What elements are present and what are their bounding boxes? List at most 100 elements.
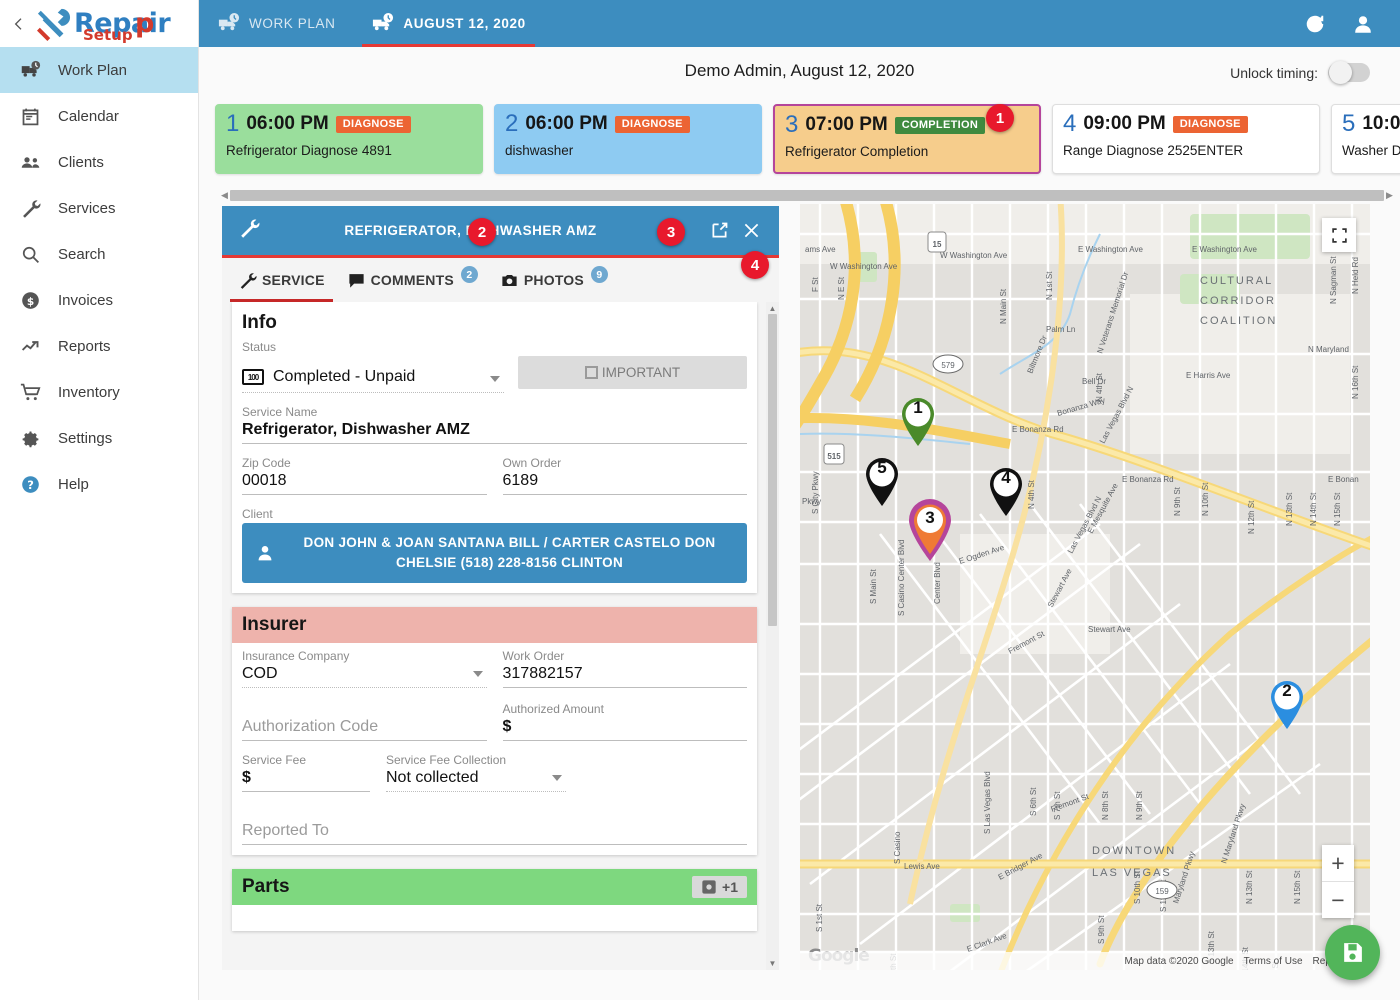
comment-icon <box>348 273 364 288</box>
fee-collection-select[interactable]: Not collected <box>386 769 566 792</box>
map-pin-4[interactable]: 4 <box>986 465 1026 517</box>
map-pin-number: 4 <box>1001 468 1011 487</box>
svg-text:W Washington Ave: W Washington Ave <box>940 251 1008 260</box>
important-checkbox[interactable] <box>584 366 598 379</box>
tab-label: COMMENTS <box>370 272 454 288</box>
insurance-company-select[interactable]: COD <box>242 665 487 688</box>
sidebar-item-label: Help <box>58 475 89 493</box>
map-pin-3[interactable]: 3 <box>904 496 956 562</box>
own-order-label: Own Order <box>502 456 562 470</box>
job-card[interactable]: 1 06:00 PM DIAGNOSE Refrigerator Diagnose … <box>215 104 483 174</box>
map-zoom-out-button[interactable]: − <box>1322 882 1354 918</box>
map-pin-number: 3 <box>925 508 935 527</box>
top-navigation-bar: WORK PLAN AUGUST 12, 2020 <box>199 0 1400 47</box>
svg-text:N 4th St: N 4th St <box>1027 479 1036 509</box>
close-icon[interactable] <box>735 220 767 241</box>
svg-text:S Casino: S Casino <box>893 831 902 864</box>
svg-text:COALITION: COALITION <box>1200 315 1277 327</box>
map-fullscreen-button[interactable] <box>1322 218 1356 252</box>
help-circle-icon: ? <box>18 472 42 496</box>
authorized-amount-field[interactable]: $ <box>502 718 747 741</box>
work-order-field[interactable]: 317882157 <box>502 665 747 688</box>
sidebar-item-help[interactable]: ? Help <box>0 461 198 507</box>
reported-to-field[interactable]: Reported To <box>242 822 747 845</box>
zip-code-value: 00018 <box>242 472 287 489</box>
tab-photos[interactable]: PHOTOS 9 <box>490 258 618 302</box>
sidebar: Repair p Setup Work Plan Calendar Clients… <box>0 0 199 1000</box>
client-button[interactable]: DON JOHN & JOAN SANTANA BILL / CARTER CA… <box>242 523 747 583</box>
map-pin-1[interactable]: 1 <box>898 395 938 447</box>
service-name-field[interactable]: Refrigerator, Dishwasher AMZ <box>242 421 747 444</box>
save-button[interactable] <box>1325 925 1380 980</box>
scroll-right-arrow[interactable]: ▶ <box>1384 190 1395 201</box>
person-icon[interactable] <box>1352 13 1374 35</box>
svg-text:N 10th St: N 10th St <box>1201 482 1210 516</box>
add-part-button[interactable]: +1 <box>692 876 747 898</box>
job-card[interactable]: 4 09:00 PM DIAGNOSE Range Diagnose 2525ENT… <box>1052 104 1320 174</box>
own-order-field[interactable]: 6189 <box>502 472 747 495</box>
svg-text:N 15th St: N 15th St <box>1293 870 1302 904</box>
scroll-left-arrow[interactable]: ◀ <box>219 190 230 201</box>
map-view[interactable]: ams Ave W Washington Ave W Washington Av… <box>800 204 1370 970</box>
tab-work-plan[interactable]: WORK PLAN <box>199 0 353 47</box>
fee-collection-value: Not collected <box>386 769 479 786</box>
tab-august-12-2020[interactable]: AUGUST 12, 2020 <box>353 0 543 47</box>
sidebar-collapse-button[interactable] <box>8 13 30 35</box>
svg-text:N 16th St: N 16th St <box>1351 365 1360 399</box>
panel-vertical-scrollbar[interactable]: ▲ ▼ <box>766 302 779 970</box>
scroll-down-arrow[interactable]: ▼ <box>766 957 779 970</box>
dollar-circle-icon: $ <box>18 288 42 312</box>
svg-text:N Main St: N Main St <box>999 288 1008 324</box>
sidebar-item-reports[interactable]: Reports <box>0 323 198 369</box>
gear-square-icon <box>702 880 716 894</box>
service-fee-value: $ <box>242 769 251 786</box>
map-zoom-in-button[interactable]: + <box>1322 845 1354 881</box>
sidebar-item-label: Reports <box>58 337 111 355</box>
map-pin-2[interactable]: 2 <box>1267 678 1307 730</box>
tab-label: PHOTOS <box>523 272 584 288</box>
map-terms-link[interactable]: Terms of Use <box>1244 956 1303 967</box>
sidebar-item-inventory[interactable]: Inventory <box>0 369 198 415</box>
sidebar-item-services[interactable]: Services <box>0 185 198 231</box>
service-fee-field[interactable]: $ <box>242 769 370 792</box>
sidebar-item-search[interactable]: Search <box>0 231 198 277</box>
open-in-new-icon[interactable] <box>703 220 735 241</box>
sidebar-item-clients[interactable]: Clients <box>0 139 198 185</box>
tab-service[interactable]: SERVICE <box>228 258 335 302</box>
authorization-code-field[interactable]: Authorization Code <box>242 718 487 741</box>
svg-text:Palm Ln: Palm Ln <box>1046 325 1075 334</box>
panel-body: Info Status 100 Completed - Unpaid IMPOR… <box>222 302 779 970</box>
job-card-description: Range Diagnose 2525ENTER <box>1063 143 1244 158</box>
sidebar-item-invoices[interactable]: $ Invoices <box>0 277 198 323</box>
important-button[interactable]: IMPORTANT <box>518 356 747 389</box>
service-fee-label: Service Fee <box>242 753 307 767</box>
service-name-label: Service Name <box>242 405 318 419</box>
job-card[interactable]: 5 10:00 Washer Diagn <box>1331 104 1400 174</box>
cards-horizontal-scrollbar[interactable]: ◀ ▶ <box>219 188 1395 202</box>
scroll-thumb[interactable] <box>768 314 777 626</box>
sidebar-item-calendar[interactable]: Calendar <box>0 93 198 139</box>
svg-text:N 1st St: N 1st St <box>1045 271 1054 300</box>
refresh-icon[interactable] <box>1304 13 1326 35</box>
svg-text:Stewart Ave: Stewart Ave <box>1088 625 1131 634</box>
svg-text:N Maryland: N Maryland <box>1308 345 1349 354</box>
unlock-timing-toggle[interactable] <box>1328 61 1370 84</box>
map-zoom-controls: + − <box>1322 845 1354 918</box>
svg-text:$: $ <box>26 295 33 307</box>
sidebar-item-work-plan[interactable]: Work Plan <box>0 47 198 93</box>
status-select[interactable]: 100 Completed - Unpaid <box>242 368 504 393</box>
svg-text:?: ? <box>27 477 34 491</box>
scroll-track[interactable] <box>230 189 1384 201</box>
map-pin-5[interactable]: 5 <box>862 455 902 507</box>
tab-comments[interactable]: COMMENTS 2 <box>337 258 488 302</box>
svg-text:Pkwy: Pkwy <box>802 497 821 506</box>
job-card[interactable]: 2 06:00 PM DIAGNOSE dishwasher <box>494 104 762 174</box>
svg-text:S City Pkwy: S City Pkwy <box>811 471 820 514</box>
svg-text:N 8th St: N 8th St <box>1101 790 1110 820</box>
job-card-description: Refrigerator Completion <box>785 144 929 159</box>
work-order-value: 317882157 <box>502 665 583 682</box>
cart-icon <box>18 380 42 404</box>
svg-text:S 9th St: S 9th St <box>1097 915 1106 944</box>
zip-code-field[interactable]: 00018 <box>242 472 487 495</box>
sidebar-item-settings[interactable]: Settings <box>0 415 198 461</box>
